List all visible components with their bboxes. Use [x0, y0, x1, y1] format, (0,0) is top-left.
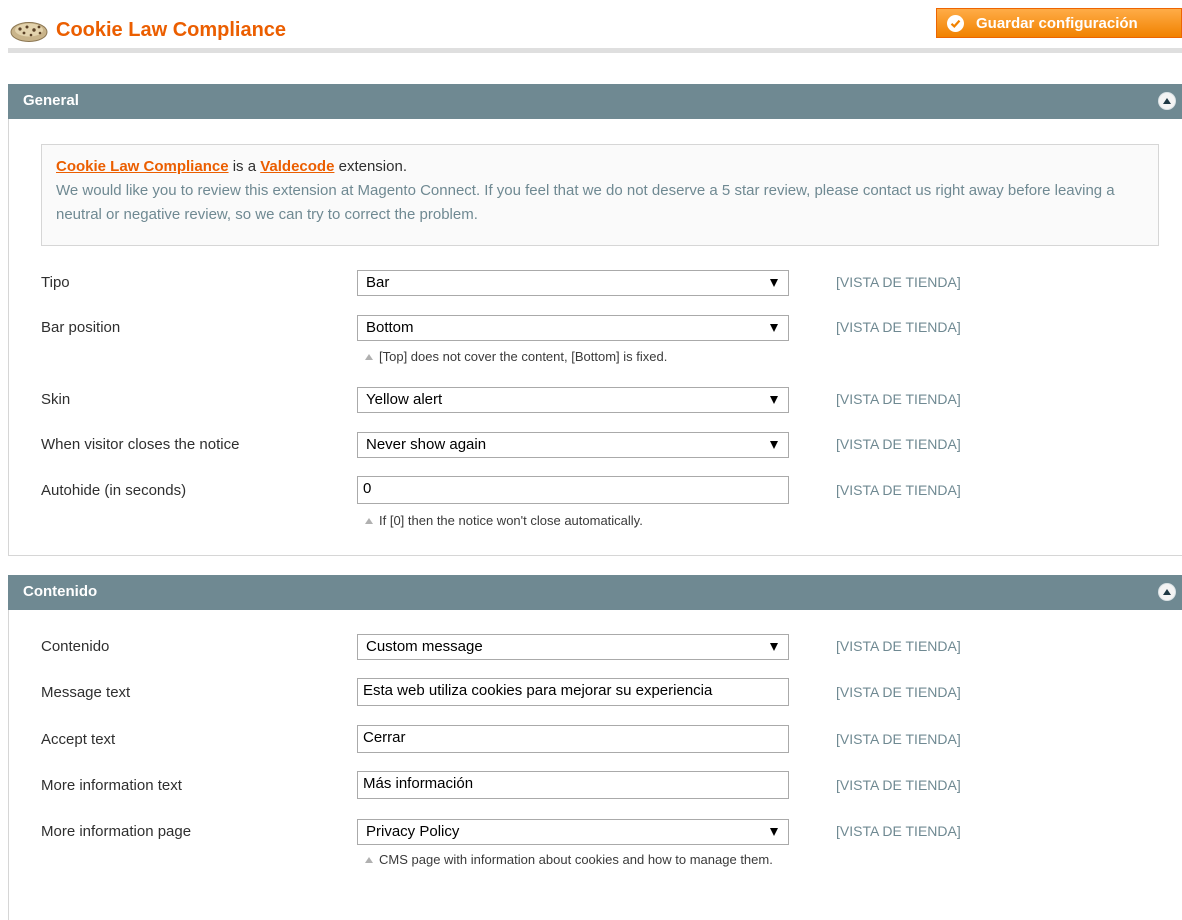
caret-down-icon [770, 643, 778, 651]
skin-select[interactable]: Yellow alert [357, 387, 789, 413]
save-config-label: Guardar configuración [976, 14, 1138, 32]
save-config-button[interactable]: Guardar configuración [936, 8, 1182, 38]
contenido-section: Contenido Contenido Custom message [VIST… [8, 575, 1182, 920]
note-text: [Top] does not cover the content, [Botto… [379, 349, 668, 364]
check-circle-icon [947, 14, 964, 32]
scope-label: [VISTA DE TIENDA] [836, 777, 961, 793]
more-info-page-select[interactable]: Privacy Policy [357, 819, 789, 845]
collapse-icon[interactable] [1159, 584, 1175, 600]
scope-label: [VISTA DE TIENDA] [836, 482, 961, 498]
select-value: Yellow alert [366, 391, 443, 408]
field-note: [Top] does not cover the content, [Botto… [365, 346, 667, 367]
contenido-section-header[interactable]: Contenido [8, 575, 1182, 610]
more-info-text-input[interactable]: Más información [357, 771, 789, 799]
caret-down-icon [770, 324, 778, 332]
scope-label: [VISTA DE TIENDA] [836, 823, 961, 839]
scope-label: [VISTA DE TIENDA] [836, 638, 961, 654]
caret-down-icon [770, 441, 778, 449]
cookie-icon [10, 22, 48, 42]
scope-label: [VISTA DE TIENDA] [836, 274, 961, 290]
bar-position-select[interactable]: Bottom [357, 315, 789, 341]
field-label: Message text [41, 684, 131, 701]
field-label: Autohide (in seconds) [41, 482, 187, 499]
notice-text: extension. [334, 158, 407, 175]
general-section-header[interactable]: General [8, 84, 1182, 119]
select-value: Custom message [366, 638, 483, 655]
section-title: Contenido [23, 583, 98, 600]
extension-notice: Cookie Law Compliance is a Valdecode ext… [41, 144, 1159, 246]
product-link[interactable]: Cookie Law Compliance [56, 158, 229, 175]
scope-label: [VISTA DE TIENDA] [836, 319, 961, 335]
caret-down-icon [770, 279, 778, 287]
triangle-up-icon [365, 518, 373, 524]
triangle-up-icon [365, 354, 373, 360]
field-label: Tipo [41, 274, 70, 291]
page-title: Cookie Law Compliance [56, 19, 287, 41]
field-note: CMS page with information about cookies … [365, 849, 797, 870]
scope-label: [VISTA DE TIENDA] [836, 731, 961, 747]
contenido-select[interactable]: Custom message [357, 634, 789, 660]
vendor-link[interactable]: Valdecode [260, 158, 334, 175]
tipo-select[interactable]: Bar [357, 270, 789, 296]
field-label: Accept text [41, 731, 116, 748]
general-section: General Cookie Law Compliance is a Valde… [8, 84, 1182, 556]
triangle-up-icon [365, 857, 373, 863]
select-value: Privacy Policy [366, 823, 460, 840]
close-behavior-select[interactable]: Never show again [357, 432, 789, 458]
caret-down-icon [770, 828, 778, 836]
accept-text-input[interactable]: Cerrar [357, 725, 789, 753]
scope-label: [VISTA DE TIENDA] [836, 436, 961, 452]
message-text-input[interactable]: Esta web utiliza cookies para mejorar su… [357, 678, 789, 706]
notice-text: is a [228, 158, 261, 175]
field-label: More information text [41, 777, 182, 794]
field-note: If [0] then the notice won't close autom… [365, 510, 643, 531]
note-text: If [0] then the notice won't close autom… [379, 513, 643, 528]
collapse-icon[interactable] [1159, 93, 1175, 109]
caret-down-icon [770, 396, 778, 404]
header-divider [8, 48, 1182, 53]
field-label: When visitor closes the notice [41, 436, 240, 453]
section-title: General [23, 92, 79, 109]
autohide-input[interactable]: 0 [357, 476, 789, 504]
field-label: Contenido [41, 638, 110, 655]
review-request-text: We would like you to review this extensi… [56, 182, 1115, 223]
field-label: More information page [41, 823, 192, 840]
select-value: Bottom [366, 319, 414, 336]
select-value: Never show again [366, 436, 487, 453]
note-text: CMS page with information about cookies … [379, 852, 773, 867]
scope-label: [VISTA DE TIENDA] [836, 684, 961, 700]
field-label: Skin [41, 391, 71, 408]
field-label: Bar position [41, 319, 121, 336]
select-value: Bar [366, 274, 390, 291]
scope-label: [VISTA DE TIENDA] [836, 391, 961, 407]
